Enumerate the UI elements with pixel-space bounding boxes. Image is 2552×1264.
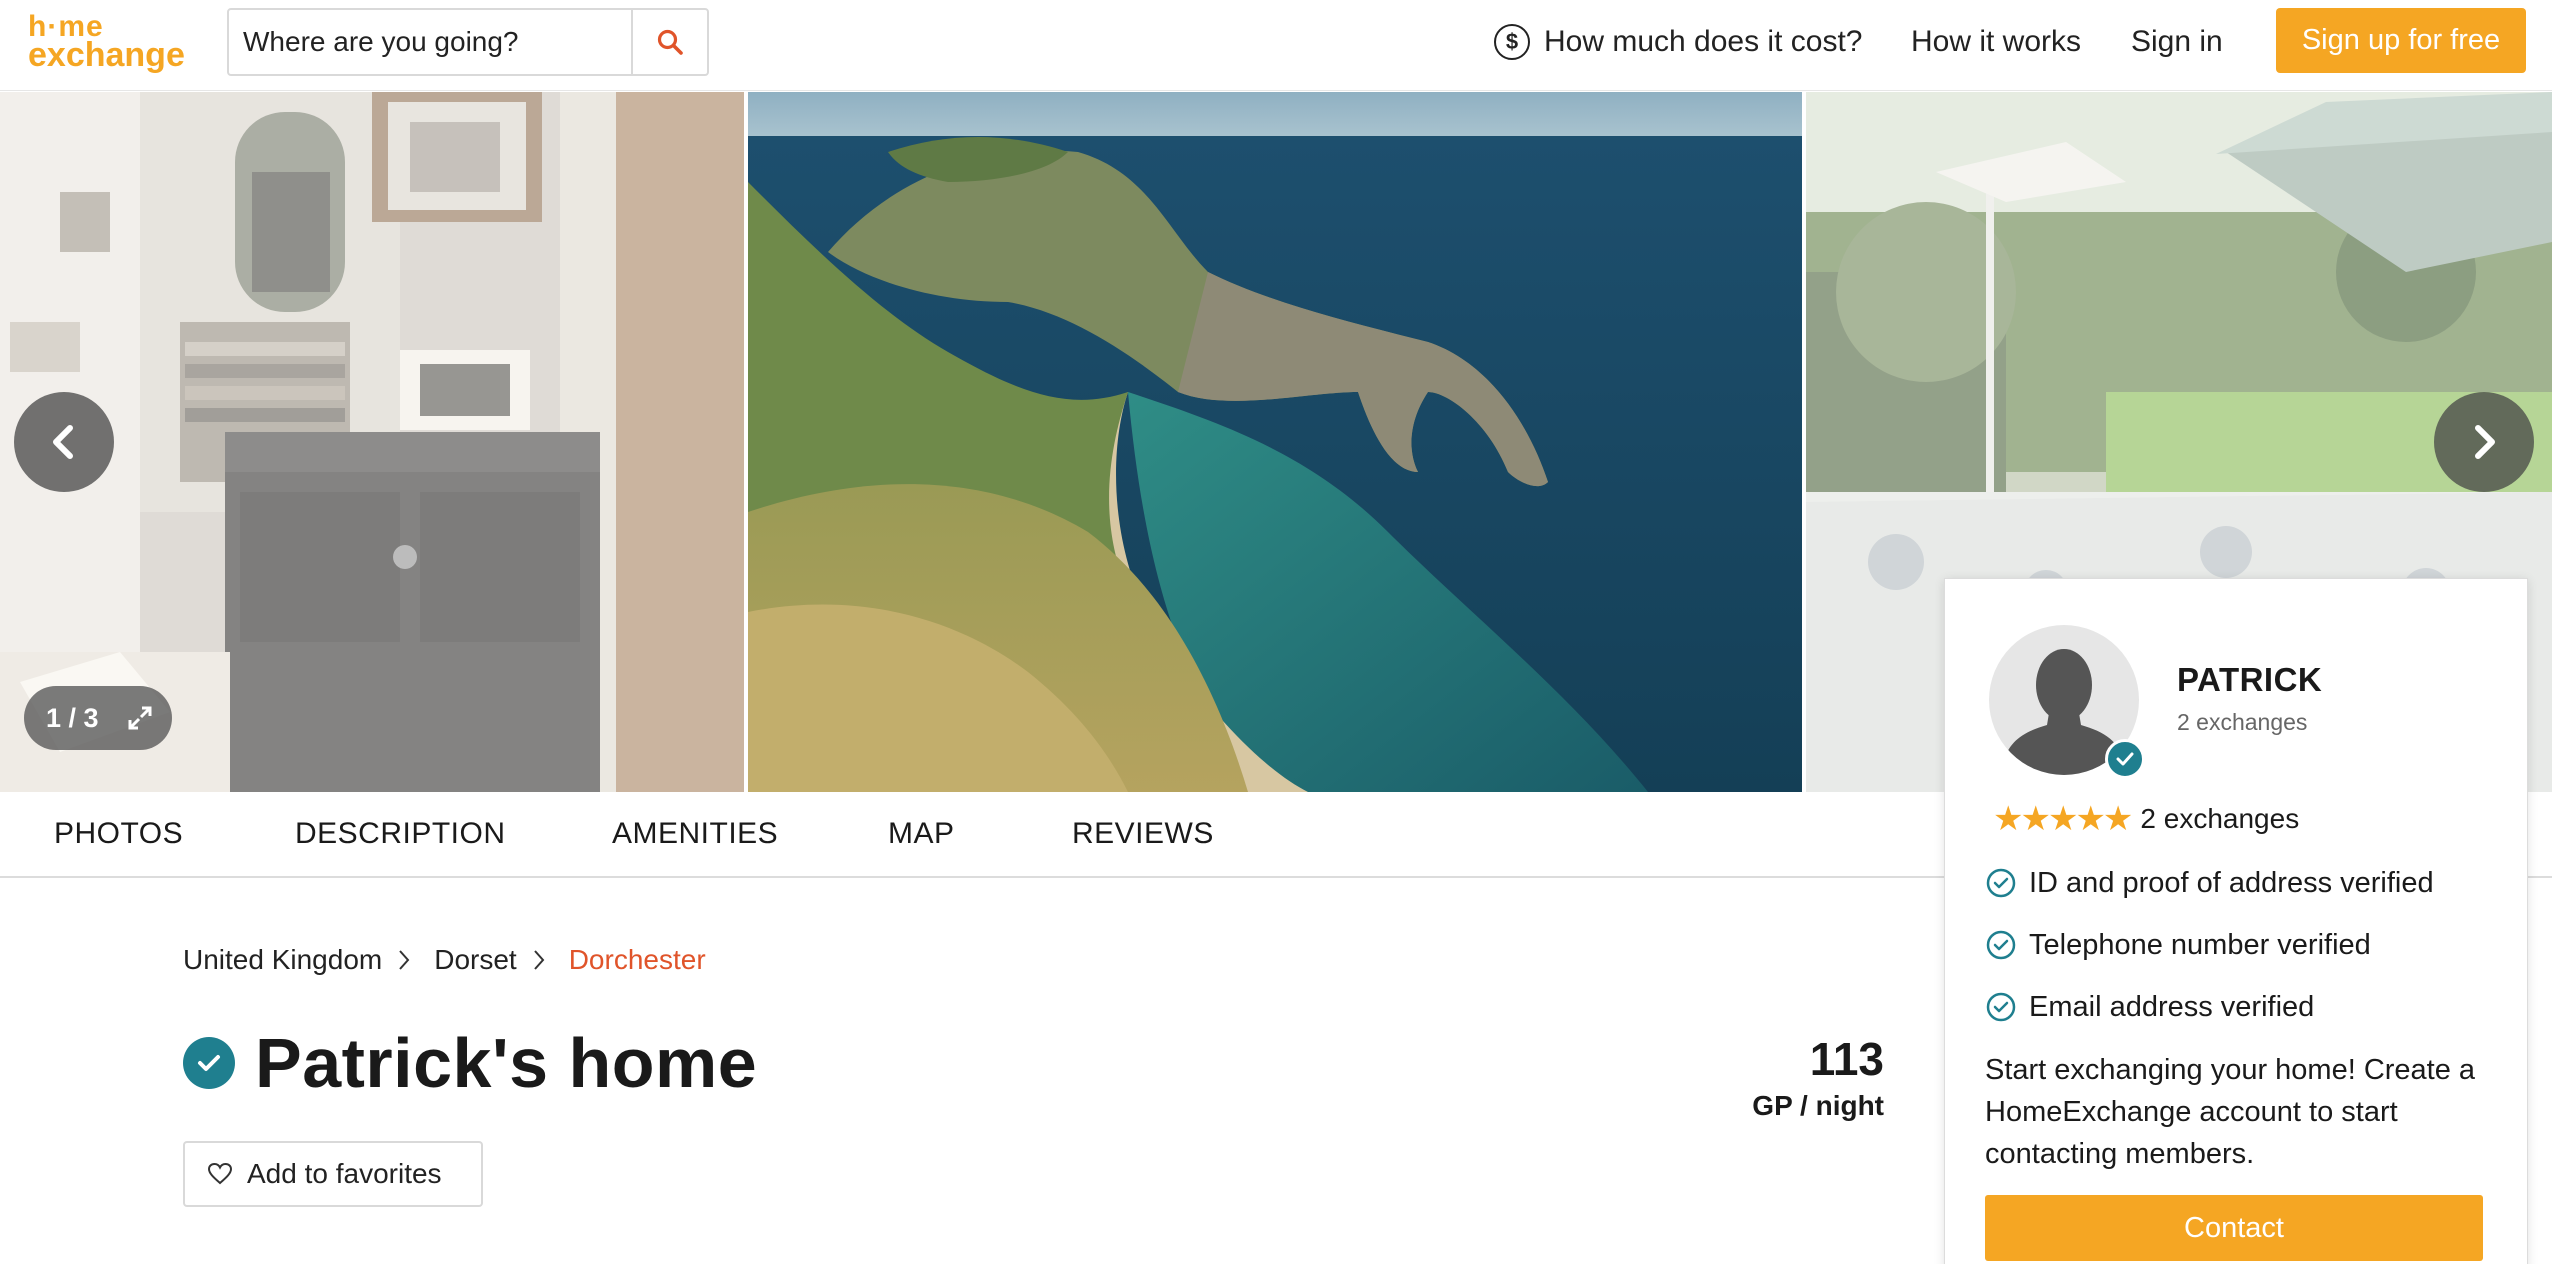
verification-id-label: ID and proof of address verified [2029, 866, 2434, 899]
homeexchange-logo[interactable]: h·me exchange [28, 12, 198, 74]
photo-counter-label: 1 / 3 [46, 702, 99, 733]
host-card: PATRICK 2 exchanges ★★★★★ 2 exchanges ID… [1944, 578, 2528, 1264]
chevron-left-icon [53, 425, 73, 459]
star-rating-icon: ★★★★★ [1993, 800, 2133, 838]
host-name: PATRICK [2177, 661, 2323, 698]
host-verified-check-icon [2105, 739, 2145, 779]
chevron-right-icon [398, 949, 410, 971]
tab-amenities[interactable]: AMENITIES [612, 792, 778, 876]
breadcrumb-country[interactable]: United Kingdom [183, 944, 382, 976]
tab-description[interactable]: DESCRIPTION [295, 792, 506, 876]
chevron-right-icon [533, 949, 545, 971]
expand-icon [128, 706, 152, 730]
photo-counter[interactable]: 1 / 3 [24, 686, 172, 750]
gallery-next-button[interactable] [2434, 392, 2534, 492]
check-circle-icon [1986, 868, 2016, 898]
check-circle-icon [1986, 992, 2016, 1022]
breadcrumb-city[interactable]: Dorchester [569, 944, 706, 976]
verification-email-label: Email address verified [2029, 990, 2315, 1023]
add-to-favorites-label: Add to favorites [247, 1158, 442, 1189]
search-input[interactable] [229, 10, 633, 74]
tab-map[interactable]: MAP [888, 792, 955, 876]
search-button[interactable] [631, 10, 707, 74]
header: h·me exchange $ How much does it cost? H… [0, 0, 2552, 91]
verification-id: ID and proof of address verified [1985, 863, 2434, 903]
nav-cost-label: How much does it cost? [1544, 25, 1863, 58]
breadcrumb-region[interactable]: Dorset [434, 944, 516, 976]
contact-button[interactable]: Contact [1985, 1195, 2483, 1261]
chevron-right-icon [2475, 425, 2495, 459]
gallery-photo-coast[interactable] [748, 92, 1802, 792]
rating-exchange-count: 2 exchanges [2140, 803, 2300, 834]
sign-up-button[interactable]: Sign up for free [2276, 8, 2526, 73]
nav-sign-in[interactable]: Sign in [2131, 18, 2223, 66]
nav-how-it-works[interactable]: How it works [1911, 18, 2081, 66]
tab-reviews[interactable]: REVIEWS [1072, 792, 1214, 876]
breadcrumb: United Kingdom Dorset Dorchester [183, 940, 706, 980]
search-icon [657, 29, 683, 55]
host-cta-text: Start exchanging your home! Create a Hom… [1985, 1054, 2476, 1170]
check-circle-icon [1986, 930, 2016, 960]
logo-line-2: exchange [28, 36, 185, 74]
price-value: 113 [1809, 1033, 1884, 1085]
search-bar [227, 8, 709, 76]
price-unit: GP / night [1752, 1090, 1884, 1121]
host-rating: ★★★★★ 2 exchanges [1993, 799, 2299, 839]
add-to-favorites-button[interactable]: Add to favorites [183, 1141, 483, 1207]
tab-photos[interactable]: PHOTOS [54, 792, 183, 876]
verified-check-icon [183, 1037, 235, 1089]
verification-phone-label: Telephone number verified [2029, 928, 2371, 961]
price-block: 113 GP / night [1700, 1032, 1884, 1126]
gallery-prev-button[interactable] [14, 392, 114, 492]
heart-icon [207, 1162, 233, 1185]
verification-email: Email address verified [1985, 987, 2314, 1027]
page-title: Patrick's home [255, 1024, 758, 1102]
dollar-circle-icon: $ [1494, 24, 1530, 60]
verification-phone: Telephone number verified [1985, 925, 2371, 965]
listing-title-row: Patrick's home [183, 1018, 757, 1108]
nav-how-much-cost[interactable]: $ How much does it cost? [1494, 18, 1862, 66]
host-exchange-count: 2 exchanges [2177, 709, 2308, 735]
